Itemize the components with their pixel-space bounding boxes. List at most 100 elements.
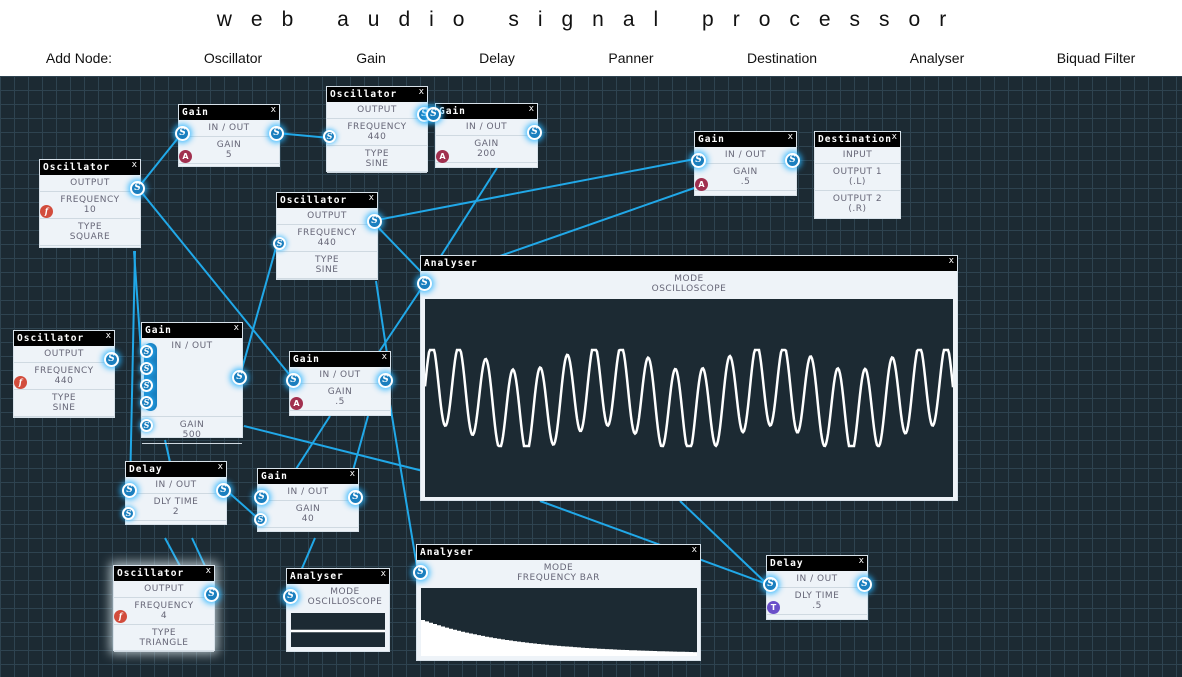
node-header[interactable]: Gain x <box>258 469 358 484</box>
mode-value[interactable]: OSCILLOSCOPE <box>421 284 957 294</box>
signal-output-port[interactable]: S <box>269 126 284 141</box>
gain-node-3[interactable]: Gain x IN / OUT GAIN .5 S S A <box>691 131 800 196</box>
signal-input-port[interactable]: S <box>122 483 137 498</box>
gain-node-4[interactable]: Gain x IN / OUT GAIN 500 S S S S S S <box>140 322 247 444</box>
mode-value[interactable]: OSCILLOSCOPE <box>301 597 389 607</box>
type-value[interactable]: SINE <box>327 159 427 169</box>
amplitude-input-icon[interactable]: A <box>290 397 303 410</box>
frequency-value[interactable]: 4 <box>114 611 214 621</box>
signal-input-port[interactable]: S <box>254 490 269 505</box>
node-header[interactable]: Gain x <box>695 132 796 147</box>
signal-input-port[interactable]: S <box>413 565 428 580</box>
gain-value[interactable]: .5 <box>290 397 390 407</box>
menu-item-biquad-filter[interactable]: Biquad Filter <box>1057 50 1136 66</box>
signal-output-port[interactable]: S <box>367 214 382 229</box>
close-icon[interactable]: x <box>218 462 223 472</box>
gain-value[interactable]: 500 <box>142 430 242 440</box>
node-header[interactable]: Oscillator x <box>114 566 214 581</box>
oscillator-node-1[interactable]: Oscillator x OUTPUT FREQUENCY 10 TYPE SQUAR… <box>39 159 145 248</box>
signal-output-port[interactable]: S <box>348 490 363 505</box>
frequency-input-port[interactable]: S <box>273 237 286 250</box>
node-header[interactable]: Analyser x <box>287 569 389 584</box>
signal-input-port[interactable]: S <box>140 345 153 358</box>
menu-item-delay[interactable]: Delay <box>479 50 515 66</box>
amplitude-input-icon[interactable]: A <box>179 150 192 163</box>
gain-node-5[interactable]: Gain x IN / OUT GAIN .5 S S A <box>286 351 393 416</box>
delay-time-value[interactable]: 2 <box>126 507 226 517</box>
gain-node-6[interactable]: Gain x IN / OUT GAIN 40 S S S <box>254 468 363 532</box>
signal-input-port[interactable]: S <box>175 126 190 141</box>
node-header[interactable]: Analyser x <box>417 545 700 560</box>
menu-item-gain[interactable]: Gain <box>356 50 386 66</box>
close-icon[interactable]: x <box>234 323 239 333</box>
signal-input-port[interactable]: S <box>691 153 706 168</box>
analyser-node-1[interactable]: Analyser x MODE OSCILLOSCOPE S <box>417 255 958 501</box>
node-header[interactable]: Gain x <box>290 352 390 367</box>
frequency-input-icon[interactable]: f <box>114 610 127 623</box>
gain-value[interactable]: 5 <box>179 150 279 160</box>
frequency-value[interactable]: 440 <box>277 238 377 248</box>
node-header[interactable]: Gain x <box>436 104 537 119</box>
close-icon[interactable]: x <box>350 469 355 479</box>
type-value[interactable]: TRIANGLE <box>114 638 214 648</box>
gain-value[interactable]: 40 <box>258 514 358 524</box>
close-icon[interactable]: x <box>369 193 374 203</box>
type-value[interactable]: SINE <box>14 403 114 413</box>
close-icon[interactable]: x <box>892 132 897 142</box>
node-header[interactable]: Oscillator x <box>277 193 377 208</box>
signal-input-port[interactable]: S <box>140 362 153 375</box>
oscillator-node-5[interactable]: Oscillator x OUTPUT FREQUENCY 4 TYPE TRIANG… <box>113 565 219 652</box>
signal-output-port[interactable]: S <box>130 181 145 196</box>
analyser-node-2[interactable]: Analyser x MODE FREQUENCY BAR S <box>413 544 701 661</box>
type-value[interactable]: SQUARE <box>40 232 140 242</box>
signal-output-port[interactable]: S <box>232 370 247 385</box>
close-icon[interactable]: x <box>132 160 137 170</box>
close-icon[interactable]: x <box>206 566 211 576</box>
signal-input-port[interactable]: S <box>140 396 153 409</box>
node-header[interactable]: Destination x <box>815 132 900 147</box>
node-header[interactable]: Oscillator x <box>14 331 114 346</box>
oscillator-node-2[interactable]: Oscillator x OUTPUT FREQUENCY 440 TYPE SINE… <box>323 86 432 173</box>
frequency-input-port[interactable]: S <box>323 130 336 143</box>
close-icon[interactable]: x <box>106 331 111 341</box>
signal-output-port[interactable]: S <box>104 352 119 367</box>
close-icon[interactable]: x <box>949 256 954 266</box>
signal-output-port[interactable]: S <box>216 483 231 498</box>
signal-input-port[interactable]: S <box>426 107 441 122</box>
time-input-icon[interactable]: T <box>767 601 780 614</box>
mode-value[interactable]: FREQUENCY BAR <box>417 573 700 583</box>
node-header[interactable]: Delay x <box>126 462 226 477</box>
frequency-input-icon[interactable]: f <box>14 376 27 389</box>
menu-item-panner[interactable]: Panner <box>608 50 653 66</box>
destination-node[interactable]: Destination x INPUT OUTPUT 1 (.L) OUTPUT 2… <box>814 131 901 219</box>
close-icon[interactable]: x <box>692 545 697 555</box>
close-icon[interactable]: x <box>859 556 864 566</box>
gain-value[interactable]: 200 <box>436 149 537 159</box>
menu-item-oscillator[interactable]: Oscillator <box>204 50 262 66</box>
oscillator-node-4[interactable]: Oscillator x OUTPUT FREQUENCY 440 TYPE SINE… <box>13 330 119 418</box>
gain-node-2[interactable]: Gain x IN / OUT GAIN 200 S S A <box>426 103 542 168</box>
analyser-node-3[interactable]: Analyser x MODE OSCILLOSCOPE S <box>283 568 390 652</box>
delay-time-value[interactable]: .5 <box>767 601 867 611</box>
gain-param-input-port[interactable]: S <box>254 513 267 526</box>
close-icon[interactable]: x <box>382 352 387 362</box>
signal-output-port[interactable]: S <box>378 373 393 388</box>
frequency-value[interactable]: 10 <box>40 205 140 215</box>
signal-output-port[interactable]: S <box>857 577 872 592</box>
signal-input-port[interactable]: S <box>286 373 301 388</box>
node-canvas[interactable]: Oscillator x OUTPUT FREQUENCY 10 TYPE SQUAR… <box>0 76 1182 677</box>
gain-param-input-port[interactable]: S <box>140 419 153 432</box>
frequency-input-icon[interactable]: f <box>40 205 53 218</box>
close-icon[interactable]: x <box>271 105 276 115</box>
type-value[interactable]: SINE <box>277 265 377 275</box>
delay-node-2[interactable]: Delay x IN / OUT DLY TIME .5 S S T <box>763 555 872 620</box>
signal-input-port[interactable]: S <box>763 577 778 592</box>
signal-output-port[interactable]: S <box>785 153 800 168</box>
node-header[interactable]: Gain x <box>142 323 242 338</box>
signal-input-port[interactable]: S <box>140 379 153 392</box>
menu-item-analyser[interactable]: Analyser <box>910 50 964 66</box>
frequency-value[interactable]: 440 <box>14 376 114 386</box>
signal-output-port[interactable]: S <box>527 125 542 140</box>
node-header[interactable]: Delay x <box>767 556 867 571</box>
node-header[interactable]: Gain x <box>179 105 279 120</box>
